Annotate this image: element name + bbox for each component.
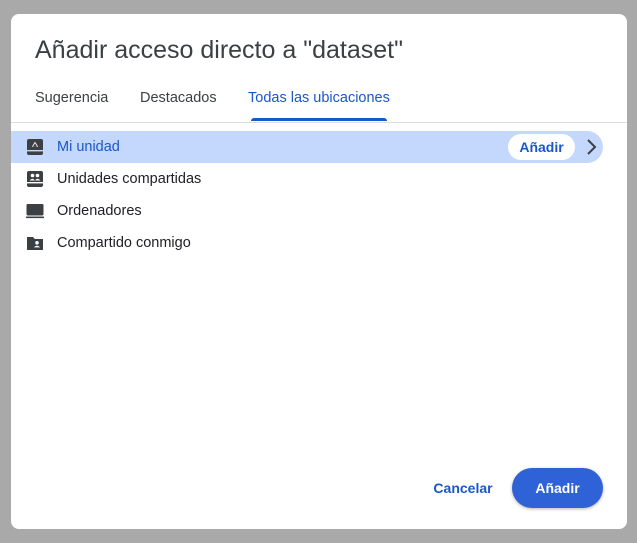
location-label: Ordenadores <box>57 203 142 219</box>
location-item-unidades-compartidas[interactable]: Unidades compartidas <box>11 163 603 195</box>
location-label: Compartido conmigo <box>57 235 191 251</box>
tab-todas-las-ubicaciones[interactable]: Todas las ubicaciones <box>248 84 390 122</box>
row-add-button[interactable]: Añadir <box>508 134 575 160</box>
dialog-title: Añadir acceso directo a "dataset" <box>35 36 403 64</box>
active-tab-indicator <box>251 118 387 121</box>
add-shortcut-dialog: Añadir acceso directo a "dataset" Sugere… <box>11 14 627 529</box>
location-item-ordenadores[interactable]: Ordenadores <box>11 195 603 227</box>
shared-drives-icon <box>27 171 43 187</box>
tab-sugerencia[interactable]: Sugerencia <box>35 84 108 122</box>
my-drive-icon <box>27 139 43 155</box>
shared-folder-icon <box>27 237 43 250</box>
location-label: Unidades compartidas <box>57 171 202 187</box>
chevron-right-icon[interactable] <box>581 137 601 157</box>
cancel-button[interactable]: Cancelar <box>423 470 503 506</box>
location-list: Mi unidad Añadir Unidades compartidas Or… <box>11 131 627 259</box>
location-item-mi-unidad[interactable]: Mi unidad Añadir <box>11 131 603 163</box>
location-item-compartido-conmigo[interactable]: Compartido conmigo <box>11 227 603 259</box>
computer-icon <box>26 204 44 219</box>
tab-destacados[interactable]: Destacados <box>140 84 217 122</box>
add-button[interactable]: Añadir <box>512 468 603 508</box>
location-tabs: Sugerencia Destacados Todas las ubicacio… <box>11 84 627 123</box>
location-label: Mi unidad <box>57 139 120 155</box>
